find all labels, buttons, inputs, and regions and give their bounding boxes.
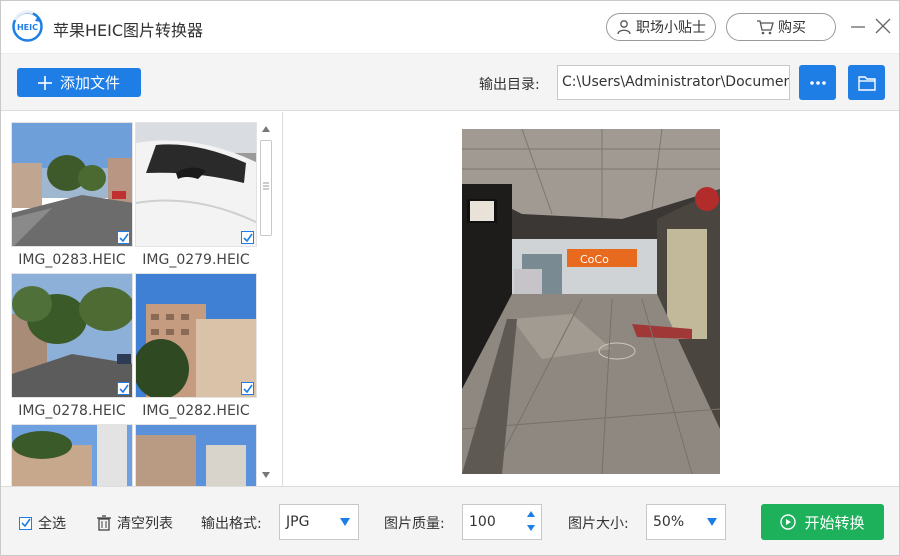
grip-icon: [263, 182, 269, 190]
format-select[interactable]: JPG: [279, 504, 359, 540]
minimize-icon: [851, 26, 865, 28]
add-files-button[interactable]: 添加文件: [17, 68, 141, 97]
quality-value: 100: [469, 514, 496, 530]
folder-icon: [857, 75, 876, 91]
plus-icon: [37, 75, 52, 90]
more-options-button[interactable]: [799, 65, 836, 100]
checkbox[interactable]: [117, 231, 130, 244]
clear-list-button[interactable]: 清空列表: [97, 513, 173, 533]
minimize-button[interactable]: [847, 15, 869, 37]
play-circle-icon: [780, 514, 797, 530]
buy-label: 购买: [778, 20, 806, 36]
checkbox[interactable]: [117, 382, 130, 395]
select-all-checkbox[interactable]: 全选: [19, 513, 66, 533]
file-item[interactable]: [11, 424, 133, 487]
start-convert-label: 开始转换: [804, 513, 865, 532]
preview-image: CoCo: [462, 129, 720, 474]
file-item[interactable]: IMG_0283.HEIC: [11, 122, 133, 273]
cart-icon: [757, 20, 774, 35]
toolbar: 添加文件 输出目录: C:\Users\Administrator\Docume…: [1, 53, 899, 111]
title-bar: HEIC 苹果HEIC图片转换器 职场小贴士 购买: [1, 1, 899, 53]
file-name: IMG_0279.HEIC: [142, 252, 250, 268]
checkmark-icon: [118, 384, 129, 393]
checkmark-icon: [242, 384, 253, 393]
file-name: IMG_0282.HEIC: [142, 403, 250, 419]
file-name: IMG_0283.HEIC: [18, 252, 126, 268]
logo-text: HEIC: [17, 23, 38, 32]
tips-label: 职场小贴士: [636, 20, 706, 36]
quality-stepper[interactable]: 100: [462, 504, 542, 540]
file-item[interactable]: IMG_0278.HEIC: [11, 273, 133, 424]
clear-list-label: 清空列表: [117, 516, 173, 532]
dropdown-arrow-icon: [707, 518, 717, 526]
heic-logo-icon: HEIC: [12, 10, 43, 42]
scroll-up-button[interactable]: [259, 122, 273, 136]
buy-button[interactable]: 购买: [726, 13, 836, 41]
file-item[interactable]: IMG_0279.HEIC: [135, 122, 257, 273]
chevron-up-icon[interactable]: [527, 511, 535, 517]
tips-button[interactable]: 职场小贴士: [606, 13, 716, 41]
checkmark-icon: [242, 233, 253, 242]
preview-panel: CoCo: [284, 112, 899, 486]
checkmark-icon: [118, 233, 129, 242]
add-files-label: 添加文件: [59, 74, 120, 92]
start-convert-button[interactable]: 开始转换: [761, 504, 884, 540]
buildings-photo-icon: [11, 424, 133, 487]
file-name: IMG_0278.HEIC: [18, 403, 126, 419]
file-list-panel: IMG_0283.HEIC IMG_0279.HEIC IMG_0278.HEI…: [1, 112, 283, 487]
app-title: 苹果HEIC图片转换器: [53, 21, 204, 40]
file-item[interactable]: [135, 424, 257, 487]
select-all-label: 全选: [38, 516, 66, 532]
dropdown-arrow-icon: [340, 518, 350, 526]
file-item[interactable]: IMG_0282.HEIC: [135, 273, 257, 424]
app-window: HEIC 苹果HEIC图片转换器 职场小贴士 购买 添加文件 输出目录: C:\…: [0, 0, 900, 556]
street-trees-photo-icon: [11, 273, 133, 398]
format-value: JPG: [286, 514, 310, 530]
chevron-down-icon[interactable]: [527, 525, 535, 531]
bottom-bar: 全选 清空列表 输出格式: JPG 图片质量: 100 图片大小: 50% 开始…: [1, 486, 899, 555]
output-dir-field[interactable]: C:\Users\Administrator\Documents: [557, 65, 790, 100]
buildings-photo-icon: [135, 273, 257, 398]
scroll-down-button[interactable]: [259, 468, 273, 482]
chevron-down-icon: [262, 472, 270, 478]
size-select[interactable]: 50%: [646, 504, 726, 540]
car-photo-icon: [135, 122, 257, 247]
checkbox[interactable]: [19, 516, 32, 530]
svg-text:CoCo: CoCo: [580, 253, 609, 266]
close-button[interactable]: [872, 15, 894, 37]
size-value: 50%: [653, 514, 685, 530]
chevron-up-icon: [262, 126, 270, 132]
buildings-photo-icon: [135, 424, 257, 487]
street-photo-icon: [11, 122, 133, 247]
user-icon: [617, 20, 631, 35]
file-list-scrollbar[interactable]: [259, 122, 273, 482]
checkmark-icon: [20, 518, 31, 528]
checkbox[interactable]: [241, 231, 254, 244]
ellipsis-icon: [809, 80, 826, 85]
quality-label: 图片质量:: [384, 516, 445, 532]
thumbnail-grid: IMG_0283.HEIC IMG_0279.HEIC IMG_0278.HEI…: [11, 122, 258, 487]
open-folder-button[interactable]: [848, 65, 885, 100]
output-dir-label: 输出目录:: [479, 77, 540, 93]
close-icon: [875, 18, 891, 34]
trash-icon: [97, 515, 111, 531]
checkbox[interactable]: [241, 382, 254, 395]
scroll-thumb[interactable]: [260, 140, 272, 236]
size-label: 图片大小:: [568, 516, 629, 532]
format-label: 输出格式:: [201, 516, 262, 532]
